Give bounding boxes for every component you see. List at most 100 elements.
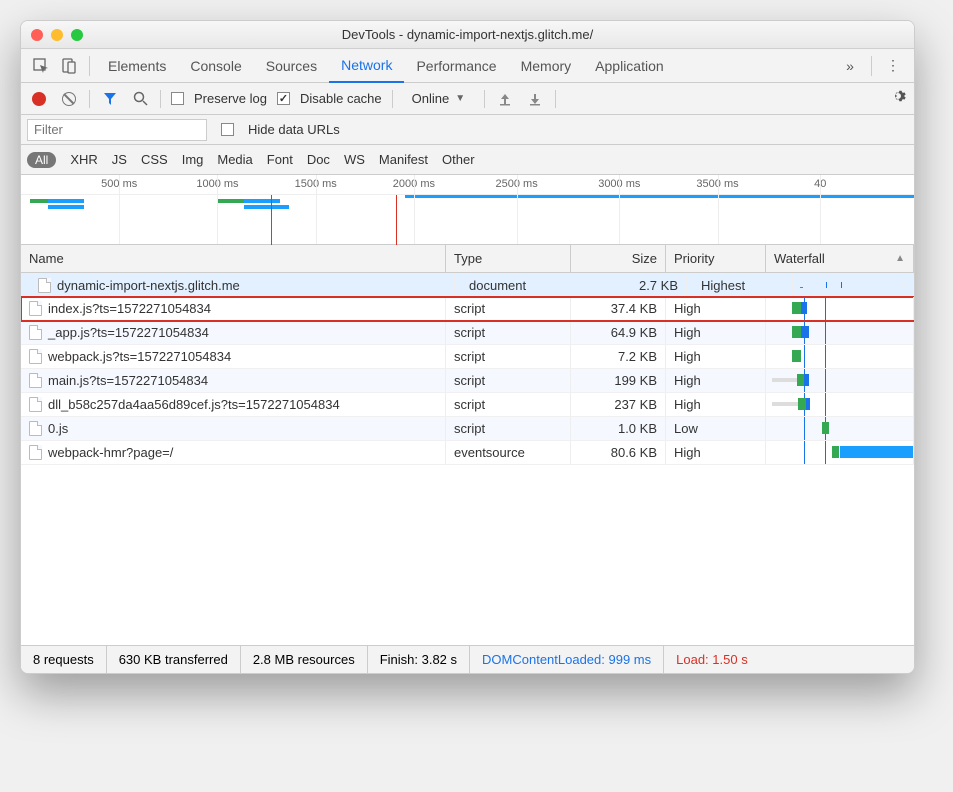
request-row[interactable]: webpack-hmr?page=/eventsource80.6 KBHigh [21,441,914,465]
device-toggle-icon[interactable] [55,58,83,74]
request-size: 2.7 KB [592,275,687,296]
request-waterfall [766,417,914,440]
filter-input[interactable] [27,119,207,141]
request-name: webpack.js?ts=1572271054834 [48,349,231,364]
tab-sources[interactable]: Sources [254,49,329,83]
file-icon [29,421,42,436]
request-type: document [461,275,586,296]
file-icon [29,301,42,316]
request-priority: High [666,345,766,368]
request-row[interactable]: _app.js?ts=1572271054834script64.9 KBHig… [21,321,914,345]
hide-data-urls-label: Hide data URLs [248,122,340,137]
tab-network[interactable]: Network [329,49,404,83]
request-priority: High [666,393,766,416]
status-resources: 2.8 MB resources [241,646,368,673]
file-icon [29,373,42,388]
hide-data-urls-checkbox[interactable] [221,123,234,136]
request-row[interactable]: index.js?ts=1572271054834script37.4 KBHi… [21,297,914,321]
request-row[interactable]: webpack.js?ts=1572271054834 script7.2 KBH… [21,345,914,369]
col-header-type[interactable]: Type [446,245,571,272]
request-type: eventsource [446,441,571,464]
chevron-down-icon: ▼ [455,93,465,104]
file-icon [29,349,42,364]
request-row[interactable]: dll_b58c257da4aa56d89cef.js?ts=157227105… [21,393,914,417]
request-size: 199 KB [571,369,666,392]
request-waterfall [766,441,914,464]
request-priority: Highest [693,275,793,296]
disable-cache-label: Disable cache [300,91,382,106]
col-header-priority[interactable]: Priority [666,245,766,272]
filter-media[interactable]: Media [217,152,252,167]
col-header-name[interactable]: Name [21,245,446,272]
record-button[interactable] [29,89,49,109]
request-type: script [446,297,571,320]
request-row[interactable]: dynamic-import-nextjs.glitch.me document 2… [21,273,914,297]
request-size: 1.0 KB [571,417,666,440]
timeline-overview[interactable]: 500 ms1000 ms1500 ms2000 ms2500 ms3000 m… [21,175,914,245]
separator [89,90,90,108]
sort-asc-icon: ▲ [895,253,905,264]
inspect-icon[interactable] [27,58,55,74]
status-finish: Finish: 3.82 s [368,646,470,673]
tab-application[interactable]: Application [583,49,676,83]
tab-performance[interactable]: Performance [404,49,508,83]
kebab-menu-icon[interactable]: ⋮ [878,57,908,74]
separator [160,90,161,108]
request-size: 7.2 KB [571,345,666,368]
throttling-select[interactable]: Online ▼ [403,90,474,107]
request-name: main.js?ts=1572271054834 [48,373,208,388]
settings-gear-icon[interactable] [890,88,906,109]
filter-toggle-icon[interactable] [100,89,120,109]
filter-css[interactable]: CSS [141,152,168,167]
preserve-log-checkbox[interactable] [171,92,184,105]
file-icon [29,325,42,340]
disable-cache-checkbox[interactable] [277,92,290,105]
request-row[interactable]: main.js?ts=1572271054834script199 KBHigh [21,369,914,393]
more-tabs-button[interactable]: » [835,58,865,74]
network-toolbar: Preserve log Disable cache Online ▼ [21,83,914,115]
upload-har-icon[interactable] [495,89,515,109]
request-name: webpack-hmr?page=/ [48,445,173,460]
filter-font[interactable]: Font [267,152,293,167]
request-name: _app.js?ts=1572271054834 [48,325,209,340]
status-bar: 8 requests 630 KB transferred 2.8 MB res… [21,645,914,673]
filter-other[interactable]: Other [442,152,475,167]
window-titlebar: DevTools - dynamic-import-nextjs.glitch.… [21,21,914,49]
separator [484,90,485,108]
tab-memory[interactable]: Memory [509,49,584,83]
request-waterfall [766,369,914,392]
request-type: script [446,345,571,368]
col-header-size[interactable]: Size [571,245,666,272]
request-type: script [446,417,571,440]
filter-manifest[interactable]: Manifest [379,152,428,167]
window-title: DevTools - dynamic-import-nextjs.glitch.… [21,27,914,42]
filter-doc[interactable]: Doc [307,152,330,167]
filter-ws[interactable]: WS [344,152,365,167]
file-icon [38,278,51,293]
request-name: dynamic-import-nextjs.glitch.me [57,278,240,293]
download-har-icon[interactable] [525,89,545,109]
request-row[interactable]: 0.jsscript1.0 KBLow [21,417,914,441]
status-transferred: 630 KB transferred [107,646,241,673]
tab-elements[interactable]: Elements [96,49,178,83]
request-type: script [446,321,571,344]
separator [392,90,393,108]
separator [89,56,90,76]
status-load: Load: 1.50 s [664,646,760,673]
file-icon [29,445,42,460]
filter-js[interactable]: JS [112,152,127,167]
request-type: script [446,369,571,392]
request-type: script [446,393,571,416]
clear-button[interactable] [59,89,79,109]
filter-xhr[interactable]: XHR [70,152,97,167]
resource-type-filter: All XHR JS CSS Img Media Font Doc WS Manifest Oth… [21,145,914,175]
filter-img[interactable]: Img [182,152,204,167]
request-size: 80.6 KB [571,441,666,464]
tab-console[interactable]: Console [178,49,253,83]
filter-all[interactable]: All [27,152,56,168]
request-name: 0.js [48,421,68,436]
throttling-value: Online [412,91,450,106]
col-header-waterfall[interactable]: Waterfall ▲ [766,245,914,272]
search-icon[interactable] [130,89,150,109]
request-waterfall [766,321,914,344]
